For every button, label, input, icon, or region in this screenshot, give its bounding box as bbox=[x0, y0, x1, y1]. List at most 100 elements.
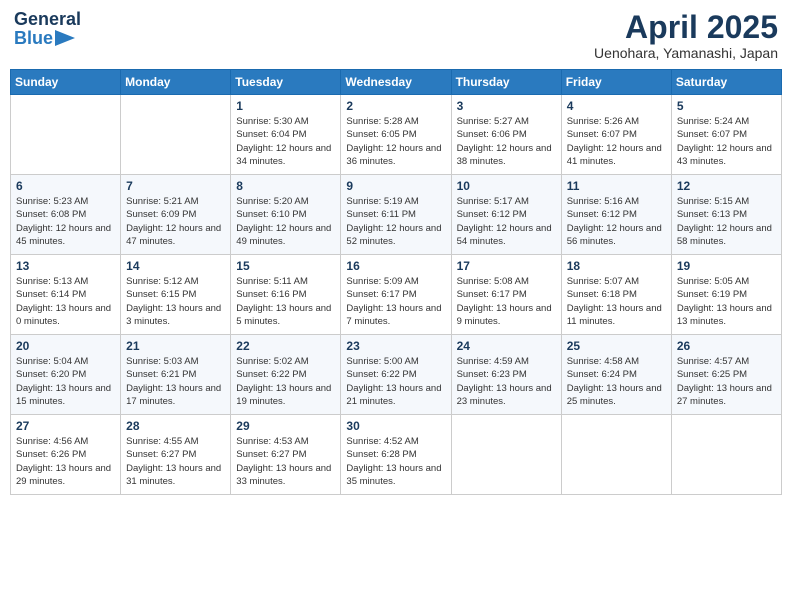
day-info: Sunrise: 4:52 AMSunset: 6:28 PMDaylight:… bbox=[346, 435, 445, 488]
calendar-week-row: 27 Sunrise: 4:56 AMSunset: 6:26 PMDayligh… bbox=[11, 415, 782, 495]
day-info: Sunrise: 5:03 AMSunset: 6:21 PMDaylight:… bbox=[126, 355, 225, 408]
day-info: Sunrise: 5:15 AMSunset: 6:13 PMDaylight:… bbox=[677, 195, 776, 248]
calendar-cell: 15 Sunrise: 5:11 AMSunset: 6:16 PMDayligh… bbox=[231, 255, 341, 335]
day-info: Sunrise: 5:21 AMSunset: 6:09 PMDaylight:… bbox=[126, 195, 225, 248]
weekday-header-row: SundayMondayTuesdayWednesdayThursdayFrid… bbox=[11, 70, 782, 95]
day-info: Sunrise: 4:53 AMSunset: 6:27 PMDaylight:… bbox=[236, 435, 335, 488]
calendar-cell: 25 Sunrise: 4:58 AMSunset: 6:24 PMDayligh… bbox=[561, 335, 671, 415]
day-number: 21 bbox=[126, 339, 225, 353]
day-info: Sunrise: 5:16 AMSunset: 6:12 PMDaylight:… bbox=[567, 195, 666, 248]
day-number: 4 bbox=[567, 99, 666, 113]
day-number: 30 bbox=[346, 419, 445, 433]
day-info: Sunrise: 5:28 AMSunset: 6:05 PMDaylight:… bbox=[346, 115, 445, 168]
day-number: 28 bbox=[126, 419, 225, 433]
day-number: 29 bbox=[236, 419, 335, 433]
calendar-cell bbox=[11, 95, 121, 175]
day-info: Sunrise: 5:08 AMSunset: 6:17 PMDaylight:… bbox=[457, 275, 556, 328]
calendar-cell: 26 Sunrise: 4:57 AMSunset: 6:25 PMDayligh… bbox=[671, 335, 781, 415]
calendar-cell: 14 Sunrise: 5:12 AMSunset: 6:15 PMDayligh… bbox=[121, 255, 231, 335]
calendar-cell bbox=[671, 415, 781, 495]
calendar-cell: 29 Sunrise: 4:53 AMSunset: 6:27 PMDayligh… bbox=[231, 415, 341, 495]
calendar-cell bbox=[451, 415, 561, 495]
calendar-cell: 8 Sunrise: 5:20 AMSunset: 6:10 PMDaylight… bbox=[231, 175, 341, 255]
day-number: 6 bbox=[16, 179, 115, 193]
weekday-header: Monday bbox=[121, 70, 231, 95]
day-info: Sunrise: 4:56 AMSunset: 6:26 PMDaylight:… bbox=[16, 435, 115, 488]
calendar-cell: 12Sunrise: 5:15 AMSunset: 6:13 PMDayligh… bbox=[671, 175, 781, 255]
day-info: Sunrise: 5:11 AMSunset: 6:16 PMDaylight:… bbox=[236, 275, 335, 328]
calendar-cell: 18 Sunrise: 5:07 AMSunset: 6:18 PMDayligh… bbox=[561, 255, 671, 335]
calendar-cell: 21 Sunrise: 5:03 AMSunset: 6:21 PMDayligh… bbox=[121, 335, 231, 415]
month-title: April 2025 bbox=[594, 10, 778, 45]
day-number: 14 bbox=[126, 259, 225, 273]
day-info: Sunrise: 4:58 AMSunset: 6:24 PMDaylight:… bbox=[567, 355, 666, 408]
calendar-cell bbox=[121, 95, 231, 175]
day-info: Sunrise: 5:04 AMSunset: 6:20 PMDaylight:… bbox=[16, 355, 115, 408]
page-header: General Blue April 2025 Uenohara, Yamana… bbox=[10, 10, 782, 61]
weekday-header: Friday bbox=[561, 70, 671, 95]
calendar-cell: 24Sunrise: 4:59 AMSunset: 6:23 PMDayligh… bbox=[451, 335, 561, 415]
day-number: 27 bbox=[16, 419, 115, 433]
calendar-cell: 17 Sunrise: 5:08 AMSunset: 6:17 PMDayligh… bbox=[451, 255, 561, 335]
day-info: Sunrise: 5:12 AMSunset: 6:15 PMDaylight:… bbox=[126, 275, 225, 328]
calendar-cell: 27 Sunrise: 4:56 AMSunset: 6:26 PMDayligh… bbox=[11, 415, 121, 495]
day-info: Sunrise: 5:02 AMSunset: 6:22 PMDaylight:… bbox=[236, 355, 335, 408]
calendar-cell: 30 Sunrise: 4:52 AMSunset: 6:28 PMDayligh… bbox=[341, 415, 451, 495]
calendar-week-row: 1Sunrise: 5:30 AMSunset: 6:04 PMDaylight… bbox=[11, 95, 782, 175]
calendar-cell: 5 Sunrise: 5:24 AMSunset: 6:07 PMDaylight… bbox=[671, 95, 781, 175]
day-number: 22 bbox=[236, 339, 335, 353]
day-number: 8 bbox=[236, 179, 335, 193]
calendar-cell: 3 Sunrise: 5:27 AMSunset: 6:06 PMDaylight… bbox=[451, 95, 561, 175]
calendar-cell: 7Sunrise: 5:21 AMSunset: 6:09 PMDaylight… bbox=[121, 175, 231, 255]
calendar-cell: 1Sunrise: 5:30 AMSunset: 6:04 PMDaylight… bbox=[231, 95, 341, 175]
day-number: 15 bbox=[236, 259, 335, 273]
calendar-week-row: 6 Sunrise: 5:23 AMSunset: 6:08 PMDaylight… bbox=[11, 175, 782, 255]
logo: General Blue bbox=[14, 10, 81, 49]
day-number: 17 bbox=[457, 259, 556, 273]
logo-general-text: General bbox=[14, 10, 81, 28]
day-info: Sunrise: 5:19 AMSunset: 6:11 PMDaylight:… bbox=[346, 195, 445, 248]
weekday-header: Saturday bbox=[671, 70, 781, 95]
location-title: Uenohara, Yamanashi, Japan bbox=[594, 45, 778, 61]
day-number: 13 bbox=[16, 259, 115, 273]
calendar-cell: 10 Sunrise: 5:17 AMSunset: 6:12 PMDayligh… bbox=[451, 175, 561, 255]
day-number: 5 bbox=[677, 99, 776, 113]
calendar-week-row: 20 Sunrise: 5:04 AMSunset: 6:20 PMDayligh… bbox=[11, 335, 782, 415]
day-info: Sunrise: 5:00 AMSunset: 6:22 PMDaylight:… bbox=[346, 355, 445, 408]
day-number: 10 bbox=[457, 179, 556, 193]
calendar-cell: 22 Sunrise: 5:02 AMSunset: 6:22 PMDayligh… bbox=[231, 335, 341, 415]
weekday-header: Wednesday bbox=[341, 70, 451, 95]
calendar-cell: 6 Sunrise: 5:23 AMSunset: 6:08 PMDaylight… bbox=[11, 175, 121, 255]
weekday-header: Tuesday bbox=[231, 70, 341, 95]
day-number: 26 bbox=[677, 339, 776, 353]
calendar-table: SundayMondayTuesdayWednesdayThursdayFrid… bbox=[10, 69, 782, 495]
day-info: Sunrise: 5:24 AMSunset: 6:07 PMDaylight:… bbox=[677, 115, 776, 168]
day-number: 24 bbox=[457, 339, 556, 353]
day-number: 2 bbox=[346, 99, 445, 113]
calendar-cell: 23Sunrise: 5:00 AMSunset: 6:22 PMDayligh… bbox=[341, 335, 451, 415]
day-info: Sunrise: 5:26 AMSunset: 6:07 PMDaylight:… bbox=[567, 115, 666, 168]
day-info: Sunrise: 5:27 AMSunset: 6:06 PMDaylight:… bbox=[457, 115, 556, 168]
calendar-cell: 20 Sunrise: 5:04 AMSunset: 6:20 PMDayligh… bbox=[11, 335, 121, 415]
day-info: Sunrise: 5:20 AMSunset: 6:10 PMDaylight:… bbox=[236, 195, 335, 248]
day-info: Sunrise: 5:30 AMSunset: 6:04 PMDaylight:… bbox=[236, 115, 335, 168]
day-info: Sunrise: 5:17 AMSunset: 6:12 PMDaylight:… bbox=[457, 195, 556, 248]
day-info: Sunrise: 5:07 AMSunset: 6:18 PMDaylight:… bbox=[567, 275, 666, 328]
calendar-cell: 2 Sunrise: 5:28 AMSunset: 6:05 PMDaylight… bbox=[341, 95, 451, 175]
weekday-header: Sunday bbox=[11, 70, 121, 95]
day-number: 3 bbox=[457, 99, 556, 113]
calendar-cell: 16Sunrise: 5:09 AMSunset: 6:17 PMDayligh… bbox=[341, 255, 451, 335]
calendar-cell: 19Sunrise: 5:05 AMSunset: 6:19 PMDayligh… bbox=[671, 255, 781, 335]
day-number: 20 bbox=[16, 339, 115, 353]
day-info: Sunrise: 5:09 AMSunset: 6:17 PMDaylight:… bbox=[346, 275, 445, 328]
day-number: 9 bbox=[346, 179, 445, 193]
day-info: Sunrise: 4:57 AMSunset: 6:25 PMDaylight:… bbox=[677, 355, 776, 408]
day-number: 25 bbox=[567, 339, 666, 353]
calendar-cell: 4 Sunrise: 5:26 AMSunset: 6:07 PMDaylight… bbox=[561, 95, 671, 175]
day-number: 19 bbox=[677, 259, 776, 273]
title-block: April 2025 Uenohara, Yamanashi, Japan bbox=[594, 10, 778, 61]
calendar-week-row: 13Sunrise: 5:13 AMSunset: 6:14 PMDayligh… bbox=[11, 255, 782, 335]
day-info: Sunrise: 5:23 AMSunset: 6:08 PMDaylight:… bbox=[16, 195, 115, 248]
calendar-cell: 11Sunrise: 5:16 AMSunset: 6:12 PMDayligh… bbox=[561, 175, 671, 255]
day-number: 18 bbox=[567, 259, 666, 273]
